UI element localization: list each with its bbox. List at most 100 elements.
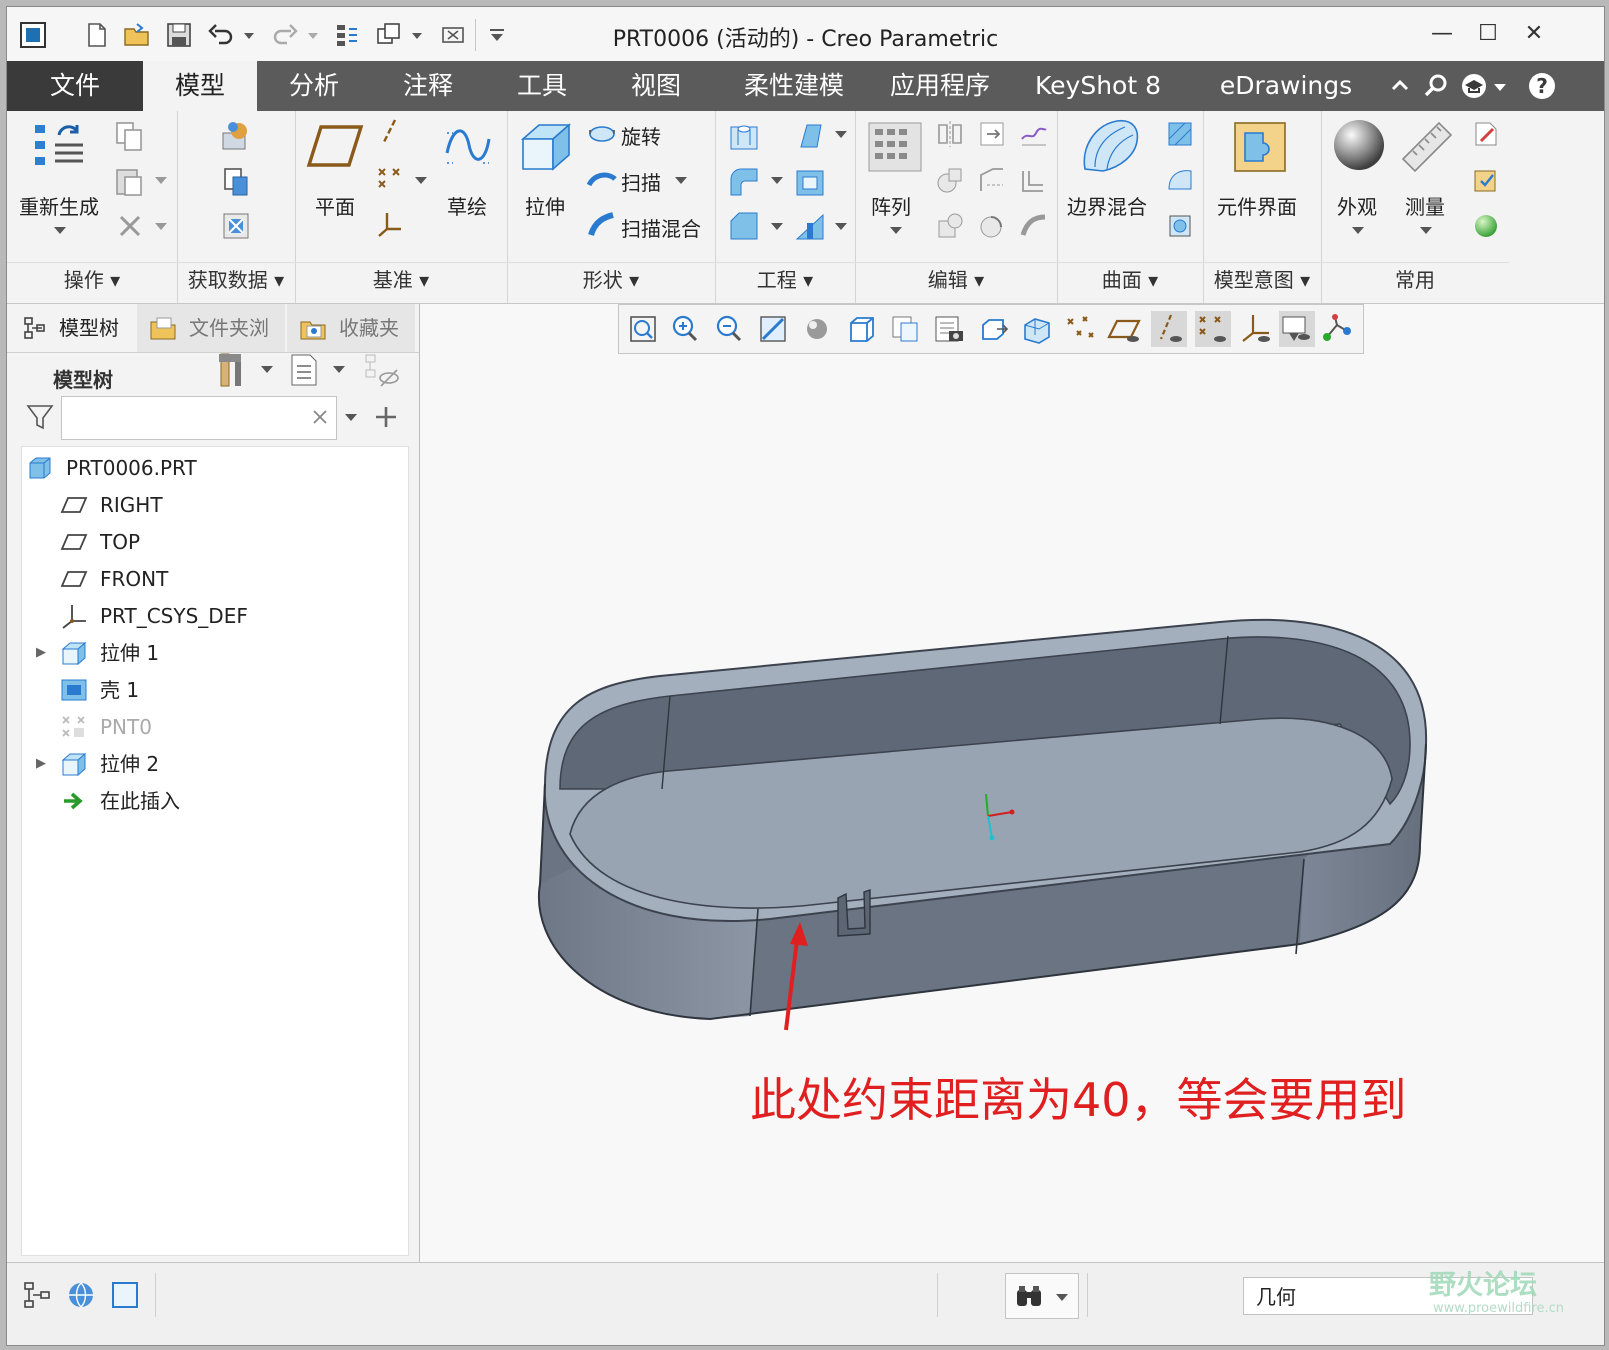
- paste-dropdown-icon[interactable]: [153, 173, 169, 187]
- regenerate-button[interactable]: 重新生成: [19, 191, 99, 220]
- tree-settings-dropdown-icon[interactable]: [259, 362, 275, 376]
- offset-icon[interactable]: [1019, 165, 1049, 195]
- group-label-engineering[interactable]: 工程 ▾: [715, 262, 855, 297]
- measure-button[interactable]: 测量: [1405, 191, 1445, 220]
- chamfer-icon[interactable]: [727, 209, 761, 243]
- swept-blend-button[interactable]: 扫描混合: [621, 213, 701, 242]
- merge-icon[interactable]: [935, 165, 965, 195]
- round-icon[interactable]: [727, 165, 761, 199]
- tree-filter-input[interactable]: [61, 396, 337, 440]
- regenerate-dropdown-icon[interactable]: [51, 223, 69, 237]
- find-button[interactable]: [1005, 1273, 1079, 1319]
- close-button[interactable]: ✕: [1519, 21, 1549, 49]
- tab-model-tree[interactable]: 模型树: [7, 304, 135, 352]
- clear-filter-icon[interactable]: [310, 407, 330, 427]
- chamfer-dropdown-icon[interactable]: [769, 219, 785, 233]
- group-label-surfaces[interactable]: 曲面 ▾: [1057, 262, 1203, 297]
- regenerate-icon[interactable]: [33, 121, 87, 173]
- tab-keyshot[interactable]: KeyShot 8: [1005, 61, 1191, 111]
- shrinkwrap-icon[interactable]: [219, 209, 253, 243]
- trim-icon[interactable]: [977, 165, 1007, 195]
- full-screen-icon[interactable]: [107, 1277, 143, 1313]
- revolve-button[interactable]: 旋转: [621, 121, 661, 150]
- sweep-icon[interactable]: [587, 167, 617, 193]
- pattern-dropdown-icon[interactable]: [887, 223, 905, 237]
- graphics-window[interactable]: 此处约束距离为40，等会要用到: [420, 304, 1604, 1262]
- tab-folder-browser[interactable]: 文件夹浏: [137, 304, 285, 352]
- measure-dropdown-icon[interactable]: [1417, 223, 1435, 237]
- datum-point-dropdown-icon[interactable]: [413, 173, 429, 187]
- learning-dropdown-icon[interactable]: [1491, 71, 1509, 101]
- minimize-button[interactable]: —: [1427, 21, 1457, 49]
- filter-dropdown-icon[interactable]: [343, 410, 359, 424]
- measure-icon[interactable]: [1399, 119, 1455, 175]
- user-defined-feature-icon[interactable]: [219, 119, 253, 153]
- tab-tools[interactable]: 工具: [485, 61, 599, 111]
- copy-geometry-icon[interactable]: [219, 165, 253, 199]
- delete-icon[interactable]: [115, 211, 145, 241]
- rib-icon[interactable]: [793, 209, 827, 243]
- delete-dropdown-icon[interactable]: [153, 219, 169, 233]
- freestyle-icon[interactable]: [1165, 211, 1195, 241]
- edit-parameters-icon[interactable]: [1471, 119, 1501, 149]
- draft-dropdown-icon[interactable]: [833, 127, 849, 141]
- datum-point-icon[interactable]: [375, 163, 405, 193]
- extend-icon[interactable]: [977, 119, 1007, 149]
- sketch-icon[interactable]: [443, 123, 493, 169]
- help-icon[interactable]: ?: [1527, 71, 1557, 101]
- group-label-model-intent[interactable]: 模型意图 ▾: [1203, 262, 1321, 297]
- appearance-button[interactable]: 外观: [1337, 191, 1377, 220]
- solidify-icon[interactable]: [977, 211, 1007, 241]
- collapse-ribbon-icon[interactable]: [1385, 71, 1415, 101]
- expand-arrow-icon[interactable]: ▶: [36, 756, 46, 771]
- show-navigator-icon[interactable]: [19, 1277, 55, 1313]
- shell-icon[interactable]: [793, 165, 827, 199]
- appearance-dropdown-icon[interactable]: [1349, 223, 1367, 237]
- filter-icon[interactable]: [25, 402, 55, 432]
- tree-filter-hidden-icon[interactable]: [363, 352, 401, 388]
- tab-edrawings[interactable]: eDrawings: [1191, 61, 1381, 111]
- expand-arrow-icon[interactable]: ▶: [36, 645, 46, 660]
- sketch-button[interactable]: 草绘: [447, 191, 487, 220]
- tab-applications[interactable]: 应用程序: [875, 61, 1005, 111]
- extrude-button[interactable]: 拉伸: [525, 191, 565, 220]
- add-column-icon[interactable]: [373, 404, 399, 430]
- datum-axis-icon[interactable]: [375, 117, 405, 147]
- tab-flexible-modeling[interactable]: 柔性建模: [713, 61, 875, 111]
- fill-icon[interactable]: [1165, 119, 1195, 149]
- boundary-blend-icon[interactable]: [1077, 117, 1141, 177]
- datum-plane-icon[interactable]: [305, 123, 365, 169]
- group-label-editing[interactable]: 编辑 ▾: [855, 262, 1057, 297]
- group-label-shapes[interactable]: 形状 ▾: [507, 262, 715, 297]
- pattern-icon[interactable]: [867, 121, 923, 173]
- project-icon[interactable]: [1019, 119, 1049, 149]
- tab-file[interactable]: 文件: [7, 61, 143, 111]
- intersect-icon[interactable]: [935, 211, 965, 241]
- draft-icon[interactable]: [793, 119, 827, 153]
- status-light-icon[interactable]: [1471, 211, 1501, 241]
- revolve-icon[interactable]: [587, 121, 617, 147]
- swept-blend-icon[interactable]: [587, 211, 617, 239]
- coordinate-system-icon[interactable]: [375, 209, 405, 239]
- pattern-button[interactable]: 阵列: [871, 191, 911, 220]
- tab-model[interactable]: 模型: [143, 61, 257, 111]
- component-interface-icon[interactable]: [1231, 119, 1289, 175]
- tree-columns-dropdown-icon[interactable]: [331, 362, 347, 376]
- sweep-dropdown-icon[interactable]: [673, 173, 689, 187]
- show-browser-icon[interactable]: [63, 1277, 99, 1313]
- component-interface-button[interactable]: 元件界面: [1217, 191, 1297, 220]
- appearance-icon[interactable]: [1331, 117, 1387, 173]
- tab-analysis[interactable]: 分析: [257, 61, 371, 111]
- learning-connector-icon[interactable]: [1459, 71, 1489, 101]
- paste-icon[interactable]: [113, 165, 147, 197]
- maximize-button[interactable]: ☐: [1473, 21, 1503, 49]
- round-dropdown-icon[interactable]: [769, 173, 785, 187]
- search-icon[interactable]: [1421, 71, 1451, 101]
- tab-view[interactable]: 视图: [599, 61, 713, 111]
- model-check-icon[interactable]: [1471, 165, 1501, 195]
- tab-annotate[interactable]: 注释: [371, 61, 485, 111]
- group-label-datum[interactable]: 基准 ▾: [295, 262, 507, 297]
- thicken-icon[interactable]: [1019, 211, 1049, 241]
- mirror-icon[interactable]: [935, 119, 965, 149]
- group-label-operations[interactable]: 操作 ▾: [7, 262, 177, 297]
